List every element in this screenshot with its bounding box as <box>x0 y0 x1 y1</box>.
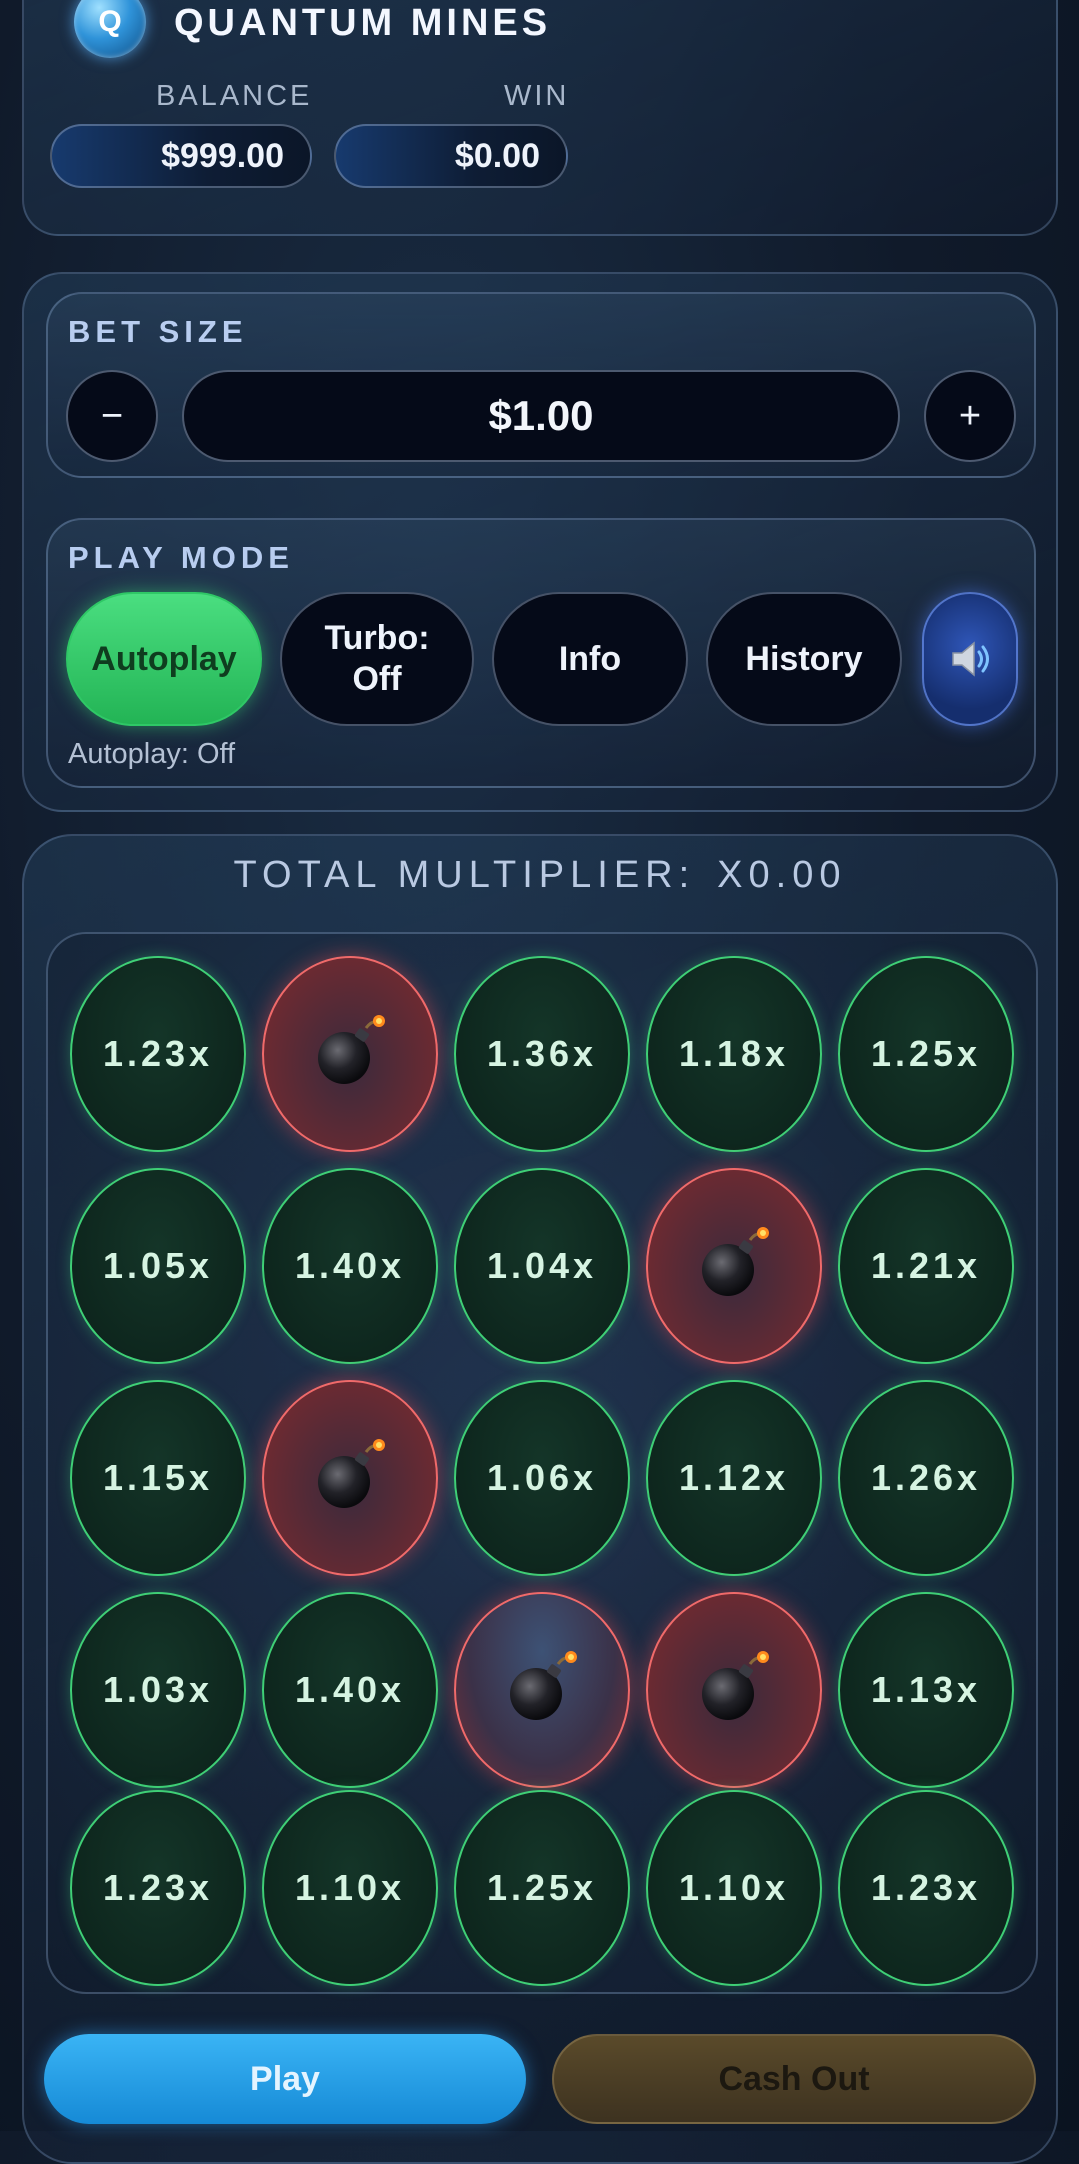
multiplier-tile[interactable]: 1.23x <box>70 1790 246 1986</box>
decrease-bet-button[interactable]: − <box>66 370 158 462</box>
game-header: Q QUANTUM MINES BALANCE WIN $999.00 $0.0… <box>22 0 1058 236</box>
turbo-toggle-button[interactable]: Turbo: Off <box>280 592 474 726</box>
multiplier-tile[interactable]: 1.13x <box>838 1592 1014 1788</box>
multiplier-tile[interactable]: 1.10x <box>262 1790 438 1986</box>
balance-label: BALANCE <box>156 80 313 112</box>
multiplier-tile[interactable]: 1.12x <box>646 1380 822 1576</box>
multiplier-tile[interactable]: 1.05x <box>70 1168 246 1364</box>
bomb-icon <box>310 1010 390 1099</box>
multiplier-tile[interactable]: 1.40x <box>262 1592 438 1788</box>
logo-letter: Q <box>98 5 122 38</box>
mine-tile[interactable] <box>454 1592 630 1788</box>
multiplier-tile[interactable]: 1.26x <box>838 1380 1014 1576</box>
tile-multiplier: 1.40x <box>294 1245 406 1286</box>
info-button[interactable]: Info <box>492 592 688 726</box>
tile-multiplier: 1.26x <box>870 1457 982 1498</box>
tile-multiplier: 1.21x <box>870 1245 982 1286</box>
multiplier-tile[interactable]: 1.06x <box>454 1380 630 1576</box>
tile-multiplier: 1.13x <box>870 1669 982 1710</box>
tile-multiplier: 1.05x <box>102 1245 214 1286</box>
play-mode-label: PLAY MODE <box>68 540 294 575</box>
tile-multiplier: 1.10x <box>678 1867 790 1908</box>
multiplier-tile[interactable]: 1.21x <box>838 1168 1014 1364</box>
tile-multiplier: 1.10x <box>294 1867 406 1908</box>
history-button[interactable]: History <box>706 592 902 726</box>
game-board-panel: TOTAL MULTIPLIER: X0.00 1.23x 1.36x 1.18x 1.… <box>22 834 1058 2164</box>
bomb-icon <box>694 1222 774 1311</box>
mine-tile[interactable] <box>262 956 438 1152</box>
multiplier-tile[interactable]: 1.23x <box>70 956 246 1152</box>
bomb-icon <box>694 1646 774 1735</box>
tile-multiplier: 1.18x <box>678 1033 790 1074</box>
sound-toggle-button[interactable] <box>922 592 1018 726</box>
win-display: $0.00 <box>334 124 568 188</box>
tile-multiplier: 1.06x <box>486 1457 598 1498</box>
bet-size-section: BET SIZE − $1.00 + <box>46 292 1036 478</box>
autoplay-button[interactable]: Autoplay <box>66 592 262 726</box>
win-label: WIN <box>504 80 570 112</box>
autoplay-status: Autoplay: Off <box>68 738 236 770</box>
tile-multiplier: 1.36x <box>486 1033 598 1074</box>
balance-display: $999.00 <box>50 124 312 188</box>
tile-multiplier: 1.25x <box>486 1867 598 1908</box>
multiplier-tile[interactable]: 1.25x <box>454 1790 630 1986</box>
bet-size-label: BET SIZE <box>68 314 248 349</box>
multiplier-tile[interactable]: 1.25x <box>838 956 1014 1152</box>
tile-multiplier: 1.12x <box>678 1457 790 1498</box>
increase-bet-button[interactable]: + <box>924 370 1016 462</box>
multiplier-tile[interactable]: 1.10x <box>646 1790 822 1986</box>
tile-multiplier: 1.04x <box>486 1245 598 1286</box>
app-title: QUANTUM MINES <box>174 2 552 44</box>
tile-multiplier: 1.23x <box>102 1033 214 1074</box>
tile-multiplier: 1.03x <box>102 1669 214 1710</box>
cash-out-button[interactable]: Cash Out <box>552 2034 1036 2124</box>
tile-multiplier: 1.40x <box>294 1669 406 1710</box>
mine-tile[interactable] <box>262 1380 438 1576</box>
multiplier-tile[interactable]: 1.36x <box>454 956 630 1152</box>
bomb-icon <box>310 1434 390 1523</box>
multiplier-tile[interactable]: 1.03x <box>70 1592 246 1788</box>
tile-multiplier: 1.15x <box>102 1457 214 1498</box>
multiplier-tile[interactable]: 1.15x <box>70 1380 246 1576</box>
multiplier-tile[interactable]: 1.23x <box>838 1790 1014 1986</box>
total-multiplier-label: TOTAL MULTIPLIER: <box>233 854 696 896</box>
mines-grid: 1.23x 1.36x 1.18x 1.25x 1.05x 1.40x 1.04x 1.21x… <box>46 932 1038 1994</box>
controls-panel: BET SIZE − $1.00 + PLAY MODE Autoplay Tu… <box>22 272 1058 812</box>
logo-icon: Q <box>74 0 146 58</box>
multiplier-tile[interactable]: 1.40x <box>262 1168 438 1364</box>
tile-multiplier: 1.25x <box>870 1033 982 1074</box>
mine-tile[interactable] <box>646 1168 822 1364</box>
total-multiplier-value: X0.00 <box>717 854 847 896</box>
multiplier-tile[interactable]: 1.18x <box>646 956 822 1152</box>
bomb-icon <box>502 1646 582 1735</box>
speaker-icon <box>952 641 989 677</box>
tile-multiplier: 1.23x <box>102 1867 214 1908</box>
mine-tile[interactable] <box>646 1592 822 1788</box>
total-multiplier: TOTAL MULTIPLIER: X0.00 <box>24 854 1056 897</box>
multiplier-tile[interactable]: 1.04x <box>454 1168 630 1364</box>
play-button[interactable]: Play <box>44 2034 526 2124</box>
bet-amount-display: $1.00 <box>182 370 900 462</box>
play-mode-section: PLAY MODE Autoplay Turbo: Off Info Histor… <box>46 518 1036 788</box>
tile-multiplier: 1.23x <box>870 1867 982 1908</box>
